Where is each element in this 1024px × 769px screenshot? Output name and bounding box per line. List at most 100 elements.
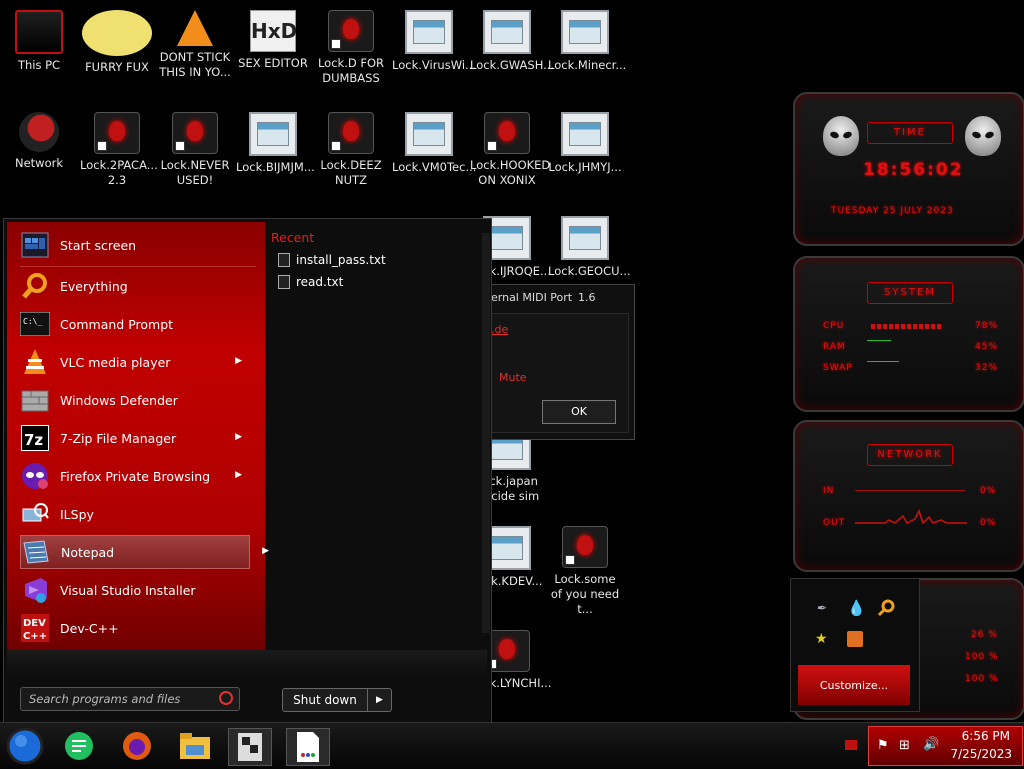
desktop-icon-lock-never[interactable]: Lock.NEVER USED!	[158, 112, 232, 188]
start-button[interactable]	[4, 727, 46, 765]
desktop-icon-lock-bijmjm[interactable]: Lock.BIJMJM...	[236, 112, 315, 175]
all-programs-bar[interactable]	[7, 650, 487, 678]
tray-hxd-icon[interactable]	[847, 631, 863, 647]
start-item-ilspy[interactable]: ILSpy	[20, 498, 252, 530]
visual-studio-icon	[20, 575, 50, 605]
tray-everything-icon[interactable]	[877, 599, 895, 617]
tray-drop-icon[interactable]: 💧	[847, 599, 866, 617]
desktop-icon-lock-deez[interactable]: Lock.DEEZ NUTZ	[314, 112, 388, 188]
start-item-everything[interactable]: Everything	[20, 270, 252, 302]
hex-editor-icon: HxD	[250, 10, 297, 52]
swap-label: SWAP	[823, 363, 853, 373]
desktop-icon-lock-someof[interactable]: Lock.some of you need t...	[548, 526, 622, 617]
start-item-vlc[interactable]: VLC media player ▶	[20, 346, 252, 378]
mute-checkbox-label[interactable]: Mute	[499, 371, 527, 384]
network-in-label: IN	[823, 486, 835, 496]
desktop-icon-lock-geocu[interactable]: Lock.GEOCU...	[548, 216, 631, 279]
start-item-7zip[interactable]: 7z 7-Zip File Manager ▶	[20, 422, 252, 454]
drive-2-value: 100 %	[965, 652, 999, 662]
desktop-icon-network[interactable]: Network	[2, 112, 76, 171]
ram-value: 45%	[975, 342, 999, 352]
7zip-icon: 7z	[20, 423, 50, 453]
desktop-icon-lock-2paca[interactable]: Lock.2PACA... 2.3	[80, 112, 158, 188]
text-file-icon	[278, 253, 290, 267]
clock-time: 6:56 PM	[961, 729, 1010, 743]
submenu-arrow-icon[interactable]: ▶	[262, 546, 269, 556]
search-icon[interactable]	[219, 691, 233, 705]
taskbar-firefox[interactable]	[116, 728, 158, 764]
castle-wall-icon	[20, 385, 50, 415]
network-in-graph	[855, 490, 965, 491]
submenu-arrow-icon: ▶	[235, 432, 242, 442]
alien-shortcut-icon	[562, 526, 608, 568]
desktop: { "desktop_icons": [ {"label": "This PC"…	[0, 0, 1024, 769]
cpu-label: CPU	[823, 321, 845, 331]
network-globe-icon	[19, 112, 59, 152]
start-menu-scrollbar[interactable]	[482, 233, 490, 633]
cartoon-face-icon	[82, 10, 152, 56]
text-file-icon	[278, 275, 290, 289]
submenu-arrow-icon: ▶	[235, 470, 242, 480]
start-item-start-screen[interactable]: Start screen	[20, 229, 252, 261]
window-app-icon	[405, 112, 453, 156]
search-orange-icon	[20, 271, 50, 301]
tray-overflow-popup: ✒ 💧 ★ Customize...	[790, 578, 920, 712]
start-item-firefox-private[interactable]: Firefox Private Browsing ▶	[20, 460, 252, 492]
start-item-notepad[interactable]: Notepad ▶	[20, 535, 269, 569]
taskbar-running-document[interactable]	[286, 728, 330, 766]
window-app-icon	[561, 216, 609, 260]
desktop-icon-lock-viruswi[interactable]: Lock.VirusWi...	[392, 10, 476, 73]
recent-file-item[interactable]: install_pass.txt	[278, 253, 386, 267]
volume-icon[interactable]: 🔊	[923, 737, 939, 752]
firefox-private-icon	[20, 461, 50, 491]
cpu-value: 78%	[975, 321, 999, 331]
tray-show-desktop-icon[interactable]	[845, 740, 857, 750]
start-item-visual-studio-installer[interactable]: Visual Studio Installer	[20, 574, 252, 606]
desktop-icon-this-pc[interactable]: This PC	[2, 10, 76, 73]
recent-files-title: Recent	[271, 230, 315, 245]
network-header: NETWORK	[867, 444, 953, 466]
desktop-icon-lock-minecr[interactable]: Lock.Minecr...	[548, 10, 626, 73]
desktop-icon-lock-vm0tec[interactable]: Lock.VM0Tec...	[392, 112, 476, 175]
desktop-icon-lock-d[interactable]: Lock.D FOR DUMBASS	[314, 10, 388, 86]
start-screen-icon	[20, 230, 50, 260]
shutdown-options-arrow-icon[interactable]: ▶	[368, 689, 391, 711]
alien-head-icon	[965, 116, 1001, 156]
dialog-link[interactable]: .de	[491, 323, 508, 336]
svg-text:7z: 7z	[24, 431, 43, 449]
alien-shortcut-icon	[328, 10, 374, 52]
dialog-ok-button[interactable]: OK	[542, 400, 616, 424]
desktop-icon-lock-jhmyj[interactable]: Lock.JHMYJ...	[548, 112, 622, 175]
tray-star-icon[interactable]: ★	[815, 631, 828, 647]
start-search-box[interactable]	[20, 687, 240, 711]
shutdown-button-group: Shut down ▶	[282, 688, 392, 712]
desktop-icon-vlc[interactable]: DONT STICK THIS IN YO...	[158, 10, 232, 80]
shutdown-button[interactable]: Shut down	[283, 689, 368, 711]
start-item-windows-defender[interactable]: Windows Defender	[20, 384, 252, 416]
svg-text:DEV: DEV	[23, 618, 46, 629]
network-icon[interactable]: ⊞	[899, 738, 910, 753]
flag-icon[interactable]: ⚑	[877, 738, 889, 753]
alien-shortcut-icon	[172, 112, 218, 154]
swap-value: 32%	[975, 363, 999, 373]
taskbar-file-explorer[interactable]	[174, 728, 216, 764]
network-gadget: NETWORK IN 0% OUT 0%	[793, 420, 1024, 572]
taskbar-feedback-app[interactable]	[58, 728, 100, 764]
desktop-icon-lock-hooked[interactable]: Lock.HOOKED ON XONIX	[470, 112, 550, 188]
taskbar-running-app[interactable]	[228, 728, 272, 766]
tray-pen-icon[interactable]: ✒	[817, 601, 827, 615]
start-item-devcpp[interactable]: DEV C++ Dev-C++	[20, 612, 252, 644]
recent-file-item[interactable]: read.txt	[278, 275, 343, 289]
dialog-title: ernal MIDI Port	[491, 291, 573, 304]
computer-icon	[15, 10, 63, 54]
desktop-icon-hxd[interactable]: HxD SEX EDITOR	[236, 10, 310, 71]
start-item-command-prompt[interactable]: C:\_ Command Prompt	[20, 308, 252, 340]
search-input[interactable]	[21, 688, 211, 710]
customize-button[interactable]: Customize...	[798, 665, 910, 705]
taskbar-clock[interactable]: ⚑ ⊞ 🔊 6:56 PM 7/25/2023	[868, 726, 1023, 766]
drive-1-value: 26 %	[971, 630, 998, 640]
desktop-icon-lock-gwash[interactable]: Lock.GWASH...	[470, 10, 554, 73]
desktop-icon-furry[interactable]: FURRY FUX	[80, 10, 154, 75]
notepad-icon	[21, 537, 51, 567]
vlc-cone-icon	[177, 10, 213, 46]
